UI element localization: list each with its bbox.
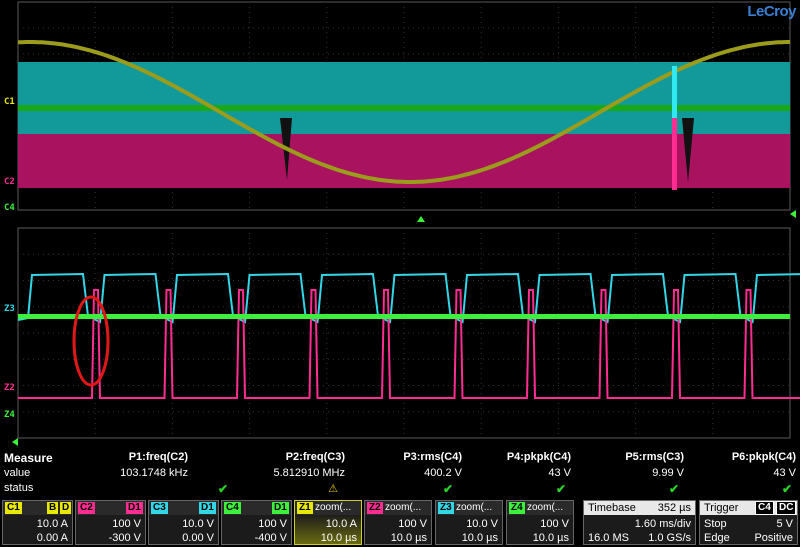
trace-label-c1: C1	[4, 97, 15, 107]
z1-time: 10.0 µs	[320, 532, 357, 544]
timebase-rate: 1.0 GS/s	[648, 532, 691, 544]
param-name-p1[interactable]: P1:freq(C2)	[129, 451, 188, 463]
status-ok-icon: ✔	[781, 482, 792, 496]
badge-d: D	[60, 502, 72, 514]
zoom-descriptor-z1[interactable]: Z1 zoom(... 10.0 A 10.0 µs	[294, 500, 362, 545]
timebase-samples: 16.0 MS	[588, 532, 629, 544]
zoom-id-z1: Z1	[297, 502, 313, 514]
timebase-descriptor[interactable]: Timebase 352 µs 1.60 ms/div 16.0 MS 1.0 …	[583, 500, 696, 545]
measure-table[interactable]: Measure P1:freq(C2) P2:freq(C3) P3:rms(C…	[0, 449, 800, 499]
zoom-descriptor-z4[interactable]: Z4 zoom(... 100 V 10.0 µs	[506, 500, 574, 545]
param-value-p5: 9.99 V	[652, 467, 684, 479]
zoom-name-z4: zoom(...	[527, 502, 564, 513]
c1-offset: 0.00 A	[36, 532, 68, 544]
z3-time: 10.0 µs	[461, 532, 498, 544]
z3-scale: 10.0 V	[466, 518, 498, 530]
cursor-marker-upper	[672, 66, 677, 118]
z2-scale: 100 V	[398, 518, 427, 530]
z2-trace	[18, 289, 800, 399]
zoom-name-z1: zoom(...	[315, 502, 352, 513]
zoom-name-z2: zoom(...	[385, 502, 422, 513]
trace-label-z4: Z4	[4, 410, 15, 420]
annotation-circle	[72, 295, 110, 387]
badge-b: B	[47, 502, 59, 514]
c1-scale: 10.0 A	[36, 518, 68, 530]
timebase-delay: 352 µs	[657, 502, 691, 514]
zoom-id-z3: Z3	[438, 502, 454, 514]
zoom-descriptor-z2[interactable]: Z2 zoom(... 100 V 10.0 µs	[364, 500, 432, 545]
z2-time: 10.0 µs	[390, 532, 427, 544]
c3-scale: 10.0 V	[182, 518, 214, 530]
status-ok-icon: ✔	[668, 482, 679, 496]
trigger-mode: Stop	[704, 518, 727, 530]
zoom-id-z2: Z2	[367, 502, 383, 514]
channel-id-c4: C4	[224, 502, 241, 514]
c4-offset: -400 V	[254, 532, 287, 544]
status-ok-icon: ✔	[555, 482, 566, 496]
trigger-slope: Positive	[754, 532, 793, 544]
trace-label-z3: Z3	[4, 304, 15, 314]
trigger-level-icon	[790, 210, 796, 218]
badge-d1: D1	[272, 502, 289, 514]
zoom-id-z4: Z4	[509, 502, 525, 514]
param-value-p2: 5.812910 MHz	[273, 467, 345, 479]
c4-scale: 100 V	[258, 518, 287, 530]
timebase-label: Timebase	[588, 502, 636, 514]
z4-scale: 100 V	[540, 518, 569, 530]
z4-trace	[18, 314, 790, 319]
channel-id-c1: C1	[5, 502, 22, 514]
channel-descriptor-c2[interactable]: C2 D1 100 V -300 V	[75, 500, 146, 545]
trigger-label: Trigger	[704, 502, 739, 514]
channel-descriptor-c4[interactable]: C4 D1 100 V -400 V	[221, 500, 292, 545]
value-row-label: value	[4, 467, 31, 479]
lecroy-logo: LeCroy	[747, 3, 796, 20]
c3-offset: 0.00 V	[182, 532, 214, 544]
c2-scale: 100 V	[112, 518, 141, 530]
z4-time: 10.0 µs	[532, 532, 569, 544]
status-ok-icon: ✔	[442, 482, 453, 496]
param-name-p5[interactable]: P5:rms(C3)	[625, 451, 684, 463]
status-row-label: status	[4, 482, 34, 494]
trigger-source: C4	[755, 501, 774, 515]
waveform-display[interactable]: LeCroy C1 C2 C4 Z3 Z2 Z4	[0, 0, 800, 448]
channel-id-c3: C3	[151, 502, 168, 514]
z1-scale: 10.0 A	[325, 518, 357, 530]
badge-d1: D1	[199, 502, 216, 514]
channel-descriptor-c3[interactable]: C3 D1 10.0 V 0.00 V	[148, 500, 219, 545]
zoom-descriptor-z3[interactable]: Z3 zoom(... 10.0 V 10.0 µs	[435, 500, 503, 545]
param-name-p3[interactable]: P3:rms(C4)	[403, 451, 462, 463]
timebase-scale: 1.60 ms/div	[634, 518, 691, 530]
trace-label-c2: C2	[4, 177, 15, 187]
param-name-p6[interactable]: P6:pkpk(C4)	[732, 451, 796, 463]
c2-offset: -300 V	[108, 532, 141, 544]
trigger-descriptor[interactable]: Trigger C4 DC Stop 5 V Edge Positive	[699, 500, 798, 545]
measure-title: Measure	[4, 451, 53, 465]
trigger-position-icon	[417, 216, 425, 222]
status-warning-icon: ⚠	[328, 483, 338, 495]
param-name-p4[interactable]: P4:pkpk(C4)	[507, 451, 571, 463]
zoom-name-z3: zoom(...	[456, 502, 493, 513]
trace-label-z2: Z2	[4, 383, 15, 393]
trigger-coupling: DC	[776, 501, 797, 515]
trigger-type: Edge	[704, 532, 730, 544]
channel-id-c2: C2	[78, 502, 95, 514]
trigger-level: 5 V	[776, 518, 793, 530]
waveform-canvas[interactable]	[0, 0, 800, 448]
param-value-p6: 43 V	[773, 467, 796, 479]
status-ok-icon: ✔	[217, 482, 228, 496]
param-value-p3: 400.2 V	[424, 467, 462, 479]
param-name-p2[interactable]: P2:freq(C3)	[286, 451, 345, 463]
param-value-p1: 103.1748 kHz	[120, 467, 188, 479]
param-value-p4: 43 V	[548, 467, 571, 479]
badge-d1: D1	[126, 502, 143, 514]
descriptor-bar[interactable]: C1 B D 10.0 A 0.00 A C2 D1 100 V -300 V …	[0, 499, 800, 547]
z4-ground-marker	[12, 438, 18, 446]
channel-descriptor-c1[interactable]: C1 B D 10.0 A 0.00 A	[2, 500, 73, 545]
trace-label-c4: C4	[4, 203, 15, 213]
cursor-marker-lower	[672, 118, 677, 190]
